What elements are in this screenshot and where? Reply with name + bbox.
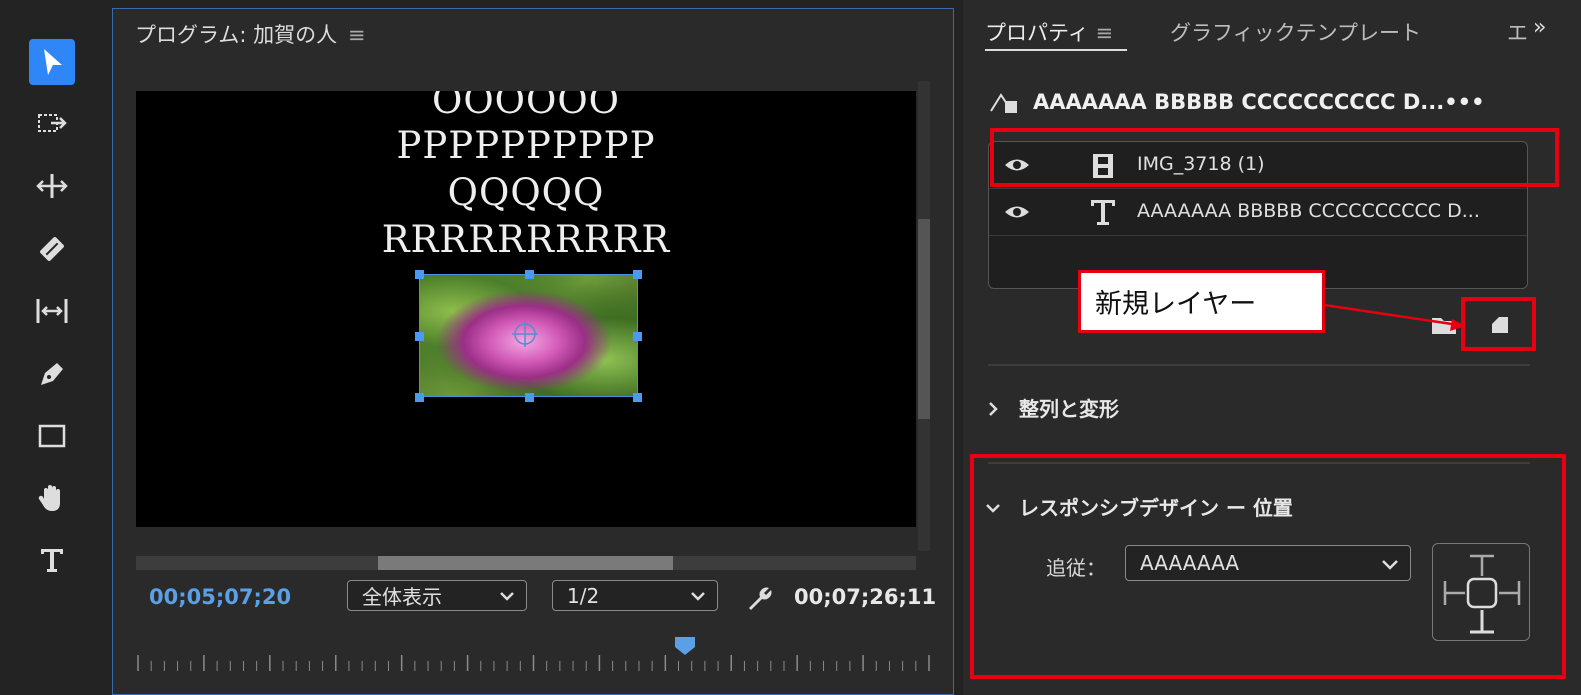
slip-tool[interactable] [27,286,77,336]
align-transform-section[interactable]: 整列と変形 [985,393,1119,422]
ripple-edit-icon [36,174,68,198]
current-timecode[interactable]: 00;05;07;20 [149,585,291,609]
chevron-right-icon [989,402,998,416]
tab-truncated[interactable]: エ [1507,17,1528,47]
transform-handle[interactable] [525,270,534,279]
highlight-box-responsive-design [970,454,1566,679]
eye-icon[interactable] [1003,201,1031,223]
pen-icon [41,363,63,385]
slip-icon [36,299,68,323]
more-menu-icon[interactable]: ••• [1444,90,1484,114]
playhead[interactable] [674,637,695,655]
transform-handle[interactable] [633,332,642,341]
graphic-clip-icon [990,93,1017,113]
video-text-line: RRRRRRRRRR [381,218,671,261]
video-preview[interactable]: OOOOOO PPPPPPPPPP QQQQQ RRRRRRRRRR [136,91,916,527]
selection-tool[interactable] [29,39,75,85]
resolution-dropdown[interactable]: 1/2 [552,580,718,611]
tab-overflow-icon[interactable]: » [1533,15,1546,40]
arrow-icon [44,49,62,75]
tab-properties-label: プロパティ [985,21,1089,45]
pen-tool[interactable] [27,349,77,399]
highlight-box-image-layer [990,128,1559,187]
video-text-line: QQQQQ [447,171,605,214]
transform-handle[interactable] [633,393,642,402]
highlight-box-new-layer [1461,297,1536,351]
track-select-icon [38,114,67,132]
type-icon [41,549,63,572]
rectangle-tool[interactable] [27,411,77,461]
type-tool[interactable] [27,535,77,585]
program-monitor-panel: プログラム: 加賀の人 ≡ OOOOOO PPPPPPPPPP QQQQQ RR… [112,8,954,695]
time-ruler[interactable] [136,649,931,675]
active-tab-indicator [985,49,1127,51]
section-label: 整列と変形 [1019,397,1119,421]
track-select-forward-tool[interactable] [27,99,77,149]
horizontal-scroll-thumb[interactable] [378,556,673,570]
tab-graphic-templates[interactable]: グラフィックテンプレート [1170,17,1421,47]
monitor-title-label: プログラム: 加賀の人 [135,23,338,47]
razor-icon [40,237,64,261]
chevron-down-icon [691,592,705,601]
resolution-dropdown-value: 1/2 [567,583,600,608]
duration-timecode: 00;07;26;11 [794,585,937,609]
clip-title: AAAAAAA BBBBB CCCCCCCCCC D...••• [1033,90,1485,114]
transform-handle[interactable] [415,270,424,279]
new-layer-callout: 新規レイヤー [1078,270,1325,333]
chevron-down-icon [500,592,514,601]
video-text-line: PPPPPPPPPP [396,124,656,167]
divider [988,364,1530,366]
video-text-line: OOOOOO [431,91,620,122]
vertical-scroll-thumb[interactable] [918,219,930,419]
razor-tool[interactable] [27,224,77,274]
anchor-point-icon[interactable] [510,319,540,349]
tools-panel [0,0,103,695]
hand-icon [38,485,60,511]
panel-menu-icon[interactable]: ≡ [348,23,366,47]
transform-handle[interactable] [415,332,424,341]
image-layer-selection[interactable] [415,270,642,402]
hand-tool[interactable] [27,473,77,523]
clip-title-label: AAAAAAA BBBBB CCCCCCCCCC D... [1033,90,1445,114]
ripple-edit-tool[interactable] [27,161,77,211]
layer-row[interactable]: AAAAAAA BBBBB CCCCCCCCCC D... [989,189,1527,236]
panel-menu-icon[interactable]: ≡ [1095,21,1113,45]
transform-handle[interactable] [415,393,424,402]
rectangle-icon [38,424,66,448]
callout-arrow [1323,303,1466,331]
wrench-icon[interactable] [743,582,773,612]
text-layer-icon [1091,200,1115,225]
tab-properties[interactable]: プロパティ ≡ [985,17,1113,47]
layer-name: AAAAAAA BBBBB CCCCCCCCCC D... [1137,200,1480,222]
transform-handle[interactable] [633,270,642,279]
transform-handle[interactable] [525,393,534,402]
zoom-dropdown-value: 全体表示 [362,585,442,609]
zoom-dropdown[interactable]: 全体表示 [347,580,527,611]
panel-title: プログラム: 加賀の人 ≡ [135,19,365,49]
